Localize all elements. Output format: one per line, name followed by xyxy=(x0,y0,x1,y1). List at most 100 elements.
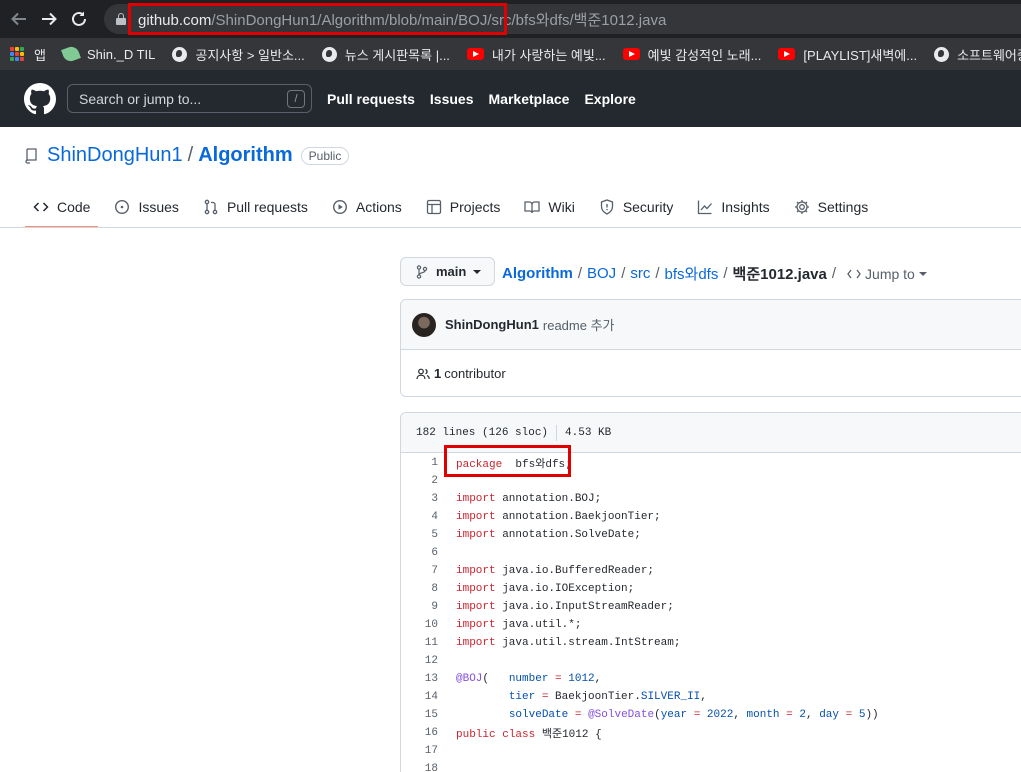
code-line: 10 import java.util.*; xyxy=(401,616,1021,634)
repo-tabs: Code Issues Pull requests Actions Projec… xyxy=(25,188,884,228)
line-number[interactable]: 2 xyxy=(401,475,438,487)
line-number[interactable]: 14 xyxy=(401,691,438,703)
tab-pull-requests[interactable]: Pull requests xyxy=(195,188,316,226)
breadcrumb-boj-link[interactable]: BOJ xyxy=(587,265,616,282)
browser-toolbar: github.com/ShinDongHun1/Algorithm/blob/m… xyxy=(0,0,1021,38)
line-number[interactable]: 8 xyxy=(401,583,438,595)
code-text: import java.io.IOException; xyxy=(456,583,635,595)
code-line: 13 @BOJ( number = 1012, xyxy=(401,670,1021,688)
tab-label: Settings xyxy=(817,199,869,215)
tab-label: Issues xyxy=(138,199,179,215)
tab-code[interactable]: Code xyxy=(25,188,99,228)
issue-icon xyxy=(115,199,130,215)
line-number[interactable]: 16 xyxy=(401,727,438,739)
tab-settings[interactable]: Settings xyxy=(786,188,877,226)
tab-label: Actions xyxy=(355,199,402,215)
line-number[interactable]: 3 xyxy=(401,493,438,505)
bookmark-youtube-1[interactable]: 내가 사랑하는 예빛... xyxy=(466,45,606,64)
breadcrumb-separator: / xyxy=(655,265,660,282)
code-line: 14 tier = BaekjoonTier.SILVER_II, xyxy=(401,688,1021,706)
line-number[interactable]: 18 xyxy=(401,763,438,772)
bookmark-apps[interactable]: 앱 xyxy=(0,45,46,64)
tab-issues[interactable]: Issues xyxy=(106,188,186,226)
bookmark-notice[interactable]: 공지사항 > 일반소... xyxy=(172,45,305,64)
line-number[interactable]: 15 xyxy=(401,709,438,721)
branch-select-button[interactable]: main xyxy=(400,257,495,286)
line-number[interactable]: 17 xyxy=(401,745,438,757)
bookmark-youtube-2[interactable]: 예빛 감성적인 노래... xyxy=(622,45,762,64)
bookmark-youtube-3[interactable]: [PLAYLIST]새벽에... xyxy=(778,45,917,64)
repo-name-link[interactable]: Algorithm xyxy=(198,144,292,167)
youtube-icon xyxy=(622,48,640,60)
line-number[interactable]: 4 xyxy=(401,511,438,523)
repo-owner-link[interactable]: ShinDongHun1 xyxy=(47,144,183,167)
contributor-count: 1 xyxy=(434,366,442,381)
contributors-row[interactable]: 1 contributor xyxy=(401,350,1021,397)
breadcrumb-separator: / xyxy=(577,265,582,282)
nav-explore[interactable]: Explore xyxy=(584,91,635,107)
jump-to-dropdown[interactable]: Jump to xyxy=(847,266,927,282)
github-logo-icon[interactable] xyxy=(24,82,56,115)
bookmark-software[interactable]: 소프트웨어중심대... xyxy=(934,45,1021,64)
table-icon xyxy=(426,199,441,215)
gear-icon xyxy=(794,200,809,214)
code-line: 12 xyxy=(401,652,1021,670)
avatar[interactable] xyxy=(412,312,436,337)
tab-label: Insights xyxy=(721,199,770,215)
tab-projects[interactable]: Projects xyxy=(418,188,509,226)
nav-pull-requests[interactable]: Pull requests xyxy=(327,91,415,107)
code-line: 9 import java.io.InputStreamReader; xyxy=(401,598,1021,616)
tab-security[interactable]: Security xyxy=(591,188,682,226)
globe-icon xyxy=(321,46,337,62)
forward-arrow-icon[interactable] xyxy=(34,4,64,34)
repo-icon xyxy=(25,147,37,164)
line-number[interactable]: 1 xyxy=(401,457,438,469)
breadcrumb-repo-link[interactable]: Algorithm xyxy=(502,265,573,282)
visibility-badge: Public xyxy=(300,146,350,165)
tab-wiki[interactable]: Wiki xyxy=(516,188,582,226)
line-number[interactable]: 6 xyxy=(401,547,438,559)
tab-actions[interactable]: Actions xyxy=(324,188,410,226)
chevron-down-icon xyxy=(918,271,927,276)
breadcrumb-src-link[interactable]: src xyxy=(630,265,650,282)
line-number[interactable]: 7 xyxy=(401,565,438,577)
code-text: @BOJ( number = 1012, xyxy=(456,673,602,685)
code-line: 6 xyxy=(401,544,1021,562)
code-line: 3 import annotation.BOJ; xyxy=(401,490,1021,508)
reload-icon[interactable] xyxy=(64,4,94,34)
nav-marketplace[interactable]: Marketplace xyxy=(489,91,570,107)
commit-author-link[interactable]: ShinDongHun1 xyxy=(445,317,539,332)
latest-commit-row: ShinDongHun1 readme 추가 xyxy=(401,300,1021,350)
breadcrumb-folder-link[interactable]: bfs와dfs xyxy=(665,263,719,284)
breadcrumb: Algorithm / BOJ / src / bfs와dfs / 백준1012… xyxy=(502,263,927,284)
lock-icon xyxy=(116,13,126,25)
commit-message-link[interactable]: readme 추가 xyxy=(543,315,615,334)
code-text: import annotation.BaekjoonTier; xyxy=(456,511,661,523)
line-number[interactable]: 12 xyxy=(401,655,438,667)
bookmark-label: 예빛 감성적인 노래... xyxy=(647,47,762,63)
bookmark-til[interactable]: Shin._D TIL xyxy=(61,44,155,64)
tab-insights[interactable]: Insights xyxy=(689,188,777,226)
code-line: 15 solveDate = @SolveDate(year = 2022, m… xyxy=(401,706,1021,724)
nav-issues[interactable]: Issues xyxy=(430,91,474,107)
code-line: 16 public class 백준1012 { xyxy=(401,724,1021,742)
file-info-divider xyxy=(556,424,558,441)
line-number[interactable]: 13 xyxy=(401,673,438,685)
back-arrow-icon[interactable] xyxy=(4,4,34,34)
code-lines: 1 package bfs와dfs; 2 3 import annotation.BOJ… xyxy=(401,453,1021,772)
tabs-divider xyxy=(0,227,1021,228)
code-text: tier = BaekjoonTier.SILVER_II, xyxy=(508,691,707,703)
search-input[interactable]: Search or jump to... / xyxy=(67,84,312,113)
breadcrumb-separator: / xyxy=(723,265,728,282)
people-icon xyxy=(416,368,430,379)
shield-icon xyxy=(600,199,613,215)
code-line: 7 import java.io.BufferedReader; xyxy=(401,562,1021,580)
code-text: solveDate = @SolveDate(year = 2022, mont… xyxy=(508,709,879,721)
line-number[interactable]: 10 xyxy=(401,619,438,631)
line-number[interactable]: 11 xyxy=(401,637,438,649)
bookmark-news[interactable]: 뉴스 게시판목록 |... xyxy=(321,45,450,64)
code-icon xyxy=(33,202,49,212)
line-number[interactable]: 9 xyxy=(401,601,438,613)
book-icon xyxy=(524,201,541,214)
line-number[interactable]: 5 xyxy=(401,529,438,541)
